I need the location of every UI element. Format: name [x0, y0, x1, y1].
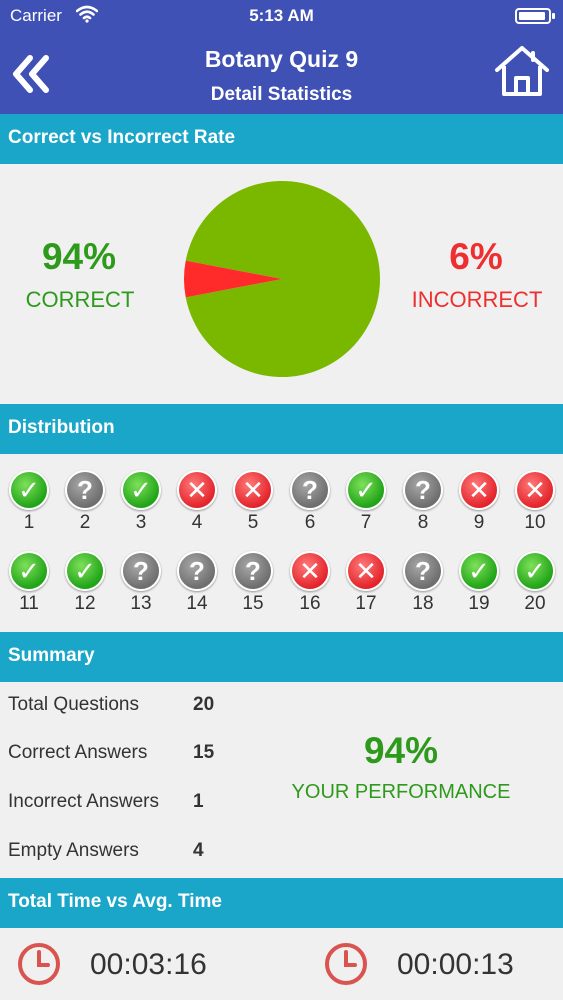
question-number: 9: [473, 512, 485, 533]
question-mark-icon: ?: [233, 551, 273, 591]
question-number: 11: [19, 593, 39, 614]
question-number: 19: [468, 593, 490, 614]
checkmark-icon: ✓: [515, 551, 555, 591]
time-section-header: Total Time vs Avg. Time: [0, 878, 563, 928]
correct-label: CORRECT: [25, 287, 135, 312]
question-mark-icon: ?: [403, 551, 443, 591]
question-number: 16: [299, 593, 321, 614]
question-item[interactable]: ✓ 7: [341, 470, 391, 534]
question-mark-icon: ?: [290, 470, 330, 510]
question-item[interactable]: ✓ 1: [4, 470, 54, 534]
question-item[interactable]: ? 15: [228, 551, 278, 615]
page-title: Botany Quiz 9: [204, 46, 359, 72]
empty-answers-value: 4: [193, 840, 204, 861]
performance-label: YOUR PERFORMANCE: [291, 781, 511, 803]
distribution-section-header: Distribution: [0, 404, 563, 454]
question-number: 14: [186, 593, 208, 614]
question-number: 20: [524, 593, 546, 614]
incorrect-percentage: 6%: [449, 236, 503, 277]
question-item[interactable]: ✓ 12: [60, 551, 110, 615]
question-mark-icon: ?: [177, 551, 217, 591]
clock-icon: [18, 943, 60, 985]
question-number: 12: [74, 593, 96, 614]
question-item[interactable]: ? 6: [285, 470, 335, 534]
incorrect-label: INCORRECT: [411, 287, 543, 312]
question-item[interactable]: ✓ 11: [4, 551, 54, 615]
x-mark-icon: ✕: [233, 470, 273, 510]
question-item[interactable]: ✕ 16: [285, 551, 335, 615]
question-mark-icon: ?: [403, 470, 443, 510]
question-mark-icon: ?: [121, 551, 161, 591]
question-number: 18: [412, 593, 434, 614]
x-mark-icon: ✕: [290, 551, 330, 591]
clock-icon: [325, 943, 367, 985]
correct-incorrect-pie-chart: [184, 181, 380, 377]
page-subtitle: Detail Statistics: [210, 84, 353, 105]
checkmark-icon: ✓: [65, 551, 105, 591]
question-item[interactable]: ? 18: [398, 551, 448, 615]
incorrect-answers-label: Incorrect Answers: [8, 791, 159, 812]
status-bar: Carrier 5:13 AM: [0, 0, 563, 32]
checkmark-icon: ✓: [9, 470, 49, 510]
question-number: 15: [242, 593, 264, 614]
correct-answers-label: Correct Answers: [8, 742, 148, 763]
total-questions-label: Total Questions: [8, 694, 139, 715]
checkmark-icon: ✓: [346, 470, 386, 510]
question-number: 4: [191, 512, 203, 533]
total-questions-value: 20: [193, 694, 215, 715]
question-number: 2: [79, 512, 91, 533]
question-item[interactable]: ✕ 4: [172, 470, 222, 534]
question-item[interactable]: ✕ 5: [228, 470, 278, 534]
question-mark-icon: ?: [65, 470, 105, 510]
question-number: 8: [417, 512, 429, 533]
question-number: 1: [23, 512, 35, 533]
question-number: 10: [524, 512, 546, 533]
question-item[interactable]: ? 14: [172, 551, 222, 615]
question-item[interactable]: ? 13: [116, 551, 166, 615]
status-time: 5:13 AM: [249, 6, 314, 25]
question-item[interactable]: ✕ 17: [341, 551, 391, 615]
checkmark-icon: ✓: [9, 551, 49, 591]
question-item[interactable]: ? 2: [60, 470, 110, 534]
summary-section-header: Summary: [0, 632, 563, 682]
performance-percentage: 94%: [363, 730, 439, 771]
checkmark-icon: ✓: [121, 470, 161, 510]
question-number: 17: [355, 593, 377, 614]
x-mark-icon: ✕: [346, 551, 386, 591]
correct-answers-value: 15: [193, 742, 215, 763]
question-item[interactable]: ✓ 20: [510, 551, 560, 615]
home-icon: [495, 46, 549, 96]
battery-icon: [515, 8, 555, 24]
total-time-value: 00:03:16: [90, 948, 207, 981]
question-item[interactable]: ✕ 10: [510, 470, 560, 534]
incorrect-answers-value: 1: [193, 791, 204, 812]
app-header: Carrier 5:13 AM Botany Quiz 9 Detail Sta…: [0, 0, 563, 115]
question-number: 13: [130, 593, 152, 614]
question-number: 6: [304, 512, 316, 533]
question-item[interactable]: ✓ 19: [454, 551, 504, 615]
distribution-grid: ✓ 1? 2 ✓ 3 ✕ 4 ✕ 5? 6 ✓ 7? 8 ✕ 9 ✕ 10 ✓ 11 ✓ 12? 13? 14? 15 ✕ 16 ✕…: [0, 470, 563, 620]
average-time-value: 00:00:13: [397, 948, 514, 981]
question-number: 3: [135, 512, 147, 533]
x-mark-icon: ✕: [177, 470, 217, 510]
question-item[interactable]: ✕ 9: [454, 470, 504, 534]
question-item[interactable]: ✓ 3: [116, 470, 166, 534]
question-number: 5: [247, 512, 259, 533]
home-button[interactable]: [493, 44, 551, 98]
x-mark-icon: ✕: [515, 470, 555, 510]
x-mark-icon: ✕: [459, 470, 499, 510]
checkmark-icon: ✓: [459, 551, 499, 591]
correct-percentage: 94%: [41, 236, 117, 277]
question-number: 7: [360, 512, 372, 533]
rate-section-header: Correct vs Incorrect Rate: [0, 114, 563, 164]
empty-answers-label: Empty Answers: [8, 840, 139, 861]
question-item[interactable]: ? 8: [398, 470, 448, 534]
